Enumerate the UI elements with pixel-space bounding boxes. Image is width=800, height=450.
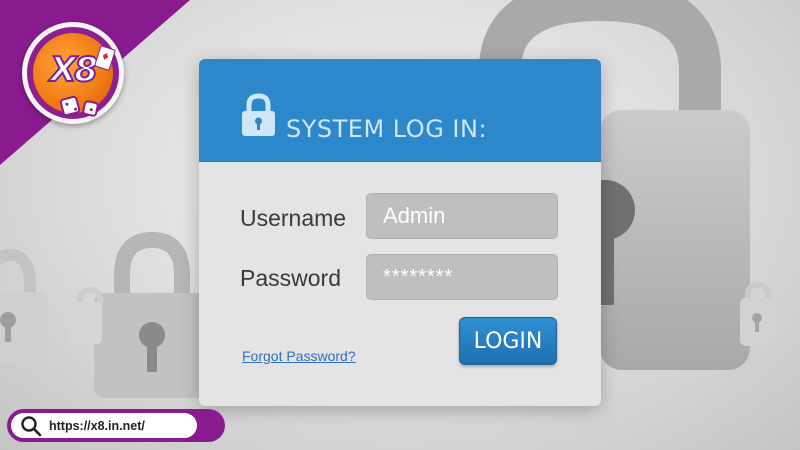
dice-icon (81, 99, 100, 118)
forgot-password-link[interactable]: Forgot Password? (242, 348, 356, 364)
url-box[interactable]: https://x8.in.net/ (11, 413, 197, 438)
padlock-icon (740, 281, 776, 346)
playing-card-icon: ♦ (93, 45, 117, 71)
logo-text: X8 (49, 49, 99, 91)
password-input[interactable] (366, 254, 558, 300)
username-label: Username (240, 205, 347, 231)
padlock-icon (0, 248, 48, 362)
lock-icon (242, 93, 275, 136)
logo-badge: X8 ♦ (33, 33, 117, 118)
url-banner: https://x8.in.net/ (7, 409, 225, 442)
brand-logo[interactable]: X8 ♦ (22, 22, 124, 124)
login-dialog: SYSTEM LOG IN: Username Password Forgot … (199, 59, 601, 406)
dice-icon (58, 94, 82, 118)
padlock-icon (94, 231, 206, 398)
dialog-header: SYSTEM LOG IN: (199, 59, 601, 162)
login-button[interactable]: LOGIN (459, 317, 557, 365)
site-url: https://x8.in.net/ (49, 418, 145, 433)
search-icon (21, 415, 42, 436)
padlock-icon (70, 286, 103, 344)
username-input[interactable] (366, 193, 558, 239)
dialog-title: SYSTEM LOG IN: (286, 115, 488, 143)
password-label: Password (240, 265, 341, 291)
